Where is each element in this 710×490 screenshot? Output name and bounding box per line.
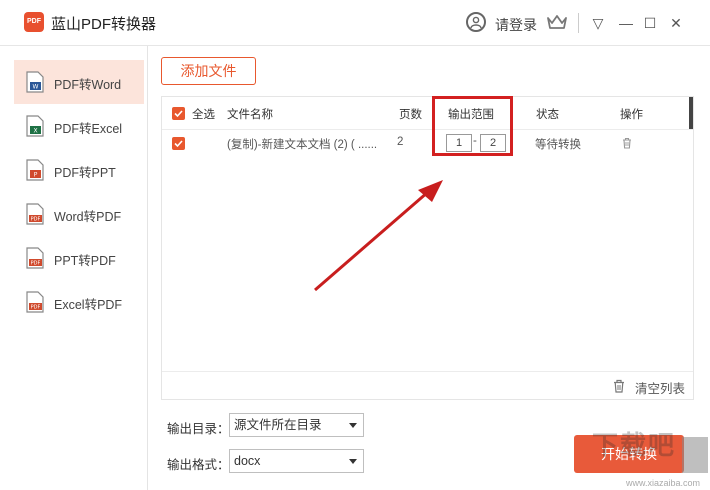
chevron-down-icon — [349, 423, 357, 428]
login-link[interactable]: 请登录 — [495, 15, 537, 35]
sidebar-item-label: PDF转Word — [54, 78, 122, 92]
file-table: 全选 文件名称 页数 输出范围 状态 操作 (复制)-新建文本文档 (2) ( … — [161, 96, 694, 400]
sidebar-item-label: PDF转PPT — [54, 166, 116, 180]
sidebar-item-label: PDF转Excel — [54, 122, 123, 136]
maximize-button[interactable]: ☐ — [640, 13, 660, 33]
minimize-button[interactable]: — — [616, 13, 636, 33]
row-checkbox[interactable] — [172, 137, 185, 150]
row-status: 等待转换 — [535, 139, 581, 151]
clear-list-icon[interactable] — [613, 379, 625, 393]
svg-text:P: P — [34, 172, 38, 179]
chevron-down-icon — [349, 459, 357, 464]
output-format-value: docx — [234, 454, 261, 468]
header-status: 状态 — [536, 109, 559, 121]
app-window: PDF 蓝山PDF转换器 请登录 ▽ — ☐ ✕ W PDF转Word X PD… — [0, 0, 710, 490]
svg-text:X: X — [33, 128, 37, 135]
table-footer: 清空列表 — [162, 371, 693, 399]
sidebar-item-excel-to-pdf[interactable]: PDF Excel转PDF — [14, 280, 144, 324]
watermark-logo — [682, 437, 708, 473]
output-dir-label: 输出目录： — [167, 422, 230, 436]
header-actions: 操作 — [620, 109, 643, 121]
excel-file-icon: X — [26, 115, 44, 137]
row-file-name: (复制)-新建文本文档 (2) ( ...... — [227, 139, 378, 151]
user-avatar-icon[interactable] — [466, 12, 486, 32]
sidebar-item-pdf-to-word[interactable]: W PDF转Word — [14, 60, 144, 104]
select-all-checkbox[interactable] — [172, 107, 185, 120]
output-dir-value: 源文件所在目录 — [234, 418, 322, 432]
header-select-all: 全选 — [192, 109, 215, 121]
delete-row-icon[interactable] — [622, 137, 632, 149]
sidebar-item-ppt-to-pdf[interactable]: PDF PPT转PDF — [14, 236, 144, 280]
ppt-file-icon: P — [26, 159, 44, 181]
sidebar-item-word-to-pdf[interactable]: PDF Word转PDF — [14, 192, 144, 236]
sidebar-item-label: PPT转PDF — [54, 254, 116, 268]
pdf-file-icon: PDF — [26, 203, 44, 225]
sidebar: W PDF转Word X PDF转Excel P PDF转PPT PDF Wor… — [0, 46, 148, 490]
add-file-button[interactable]: 添加文件 — [161, 57, 256, 85]
svg-text:W: W — [33, 84, 39, 91]
close-button[interactable]: ✕ — [666, 13, 686, 33]
table-header: 全选 文件名称 页数 输出范围 状态 操作 — [162, 97, 693, 130]
scrollbar[interactable] — [689, 97, 693, 129]
sidebar-item-pdf-to-ppt[interactable]: P PDF转PPT — [14, 148, 144, 192]
sidebar-item-pdf-to-excel[interactable]: X PDF转Excel — [14, 104, 144, 148]
header-file-name: 文件名称 — [227, 109, 273, 121]
title-separator — [578, 13, 579, 33]
pdf-file-icon: PDF — [26, 291, 44, 313]
watermark-url: www.xiazaiba.com — [626, 478, 701, 488]
menu-dropdown-icon[interactable]: ▽ — [588, 13, 608, 33]
svg-text:PDF: PDF — [31, 305, 41, 311]
crown-vip-icon[interactable] — [546, 13, 568, 36]
output-format-select[interactable]: docx — [229, 449, 364, 473]
output-range-highlight-box — [432, 96, 513, 156]
svg-text:PDF: PDF — [31, 261, 41, 267]
output-format-label: 输出格式： — [167, 458, 230, 472]
clear-list-button[interactable]: 清空列表 — [635, 378, 685, 397]
sidebar-item-label: Word转PDF — [54, 210, 122, 224]
row-pages: 2 — [397, 136, 404, 148]
svg-text:PDF: PDF — [31, 217, 41, 223]
pdf-file-icon: PDF — [26, 247, 44, 269]
word-file-icon: W — [26, 71, 44, 93]
watermark-text: 下载吧 — [592, 430, 677, 460]
table-row: (复制)-新建文本文档 (2) ( ...... 2 1 - 2 等待转换 — [162, 131, 693, 157]
app-title: 蓝山PDF转换器 — [51, 16, 157, 33]
header-pages: 页数 — [399, 109, 422, 121]
app-logo-icon: PDF — [24, 12, 44, 32]
output-dir-select[interactable]: 源文件所在目录 — [229, 413, 364, 437]
sidebar-item-label: Excel转PDF — [54, 298, 123, 312]
title-bar: PDF 蓝山PDF转换器 请登录 ▽ — ☐ ✕ — [0, 0, 710, 46]
